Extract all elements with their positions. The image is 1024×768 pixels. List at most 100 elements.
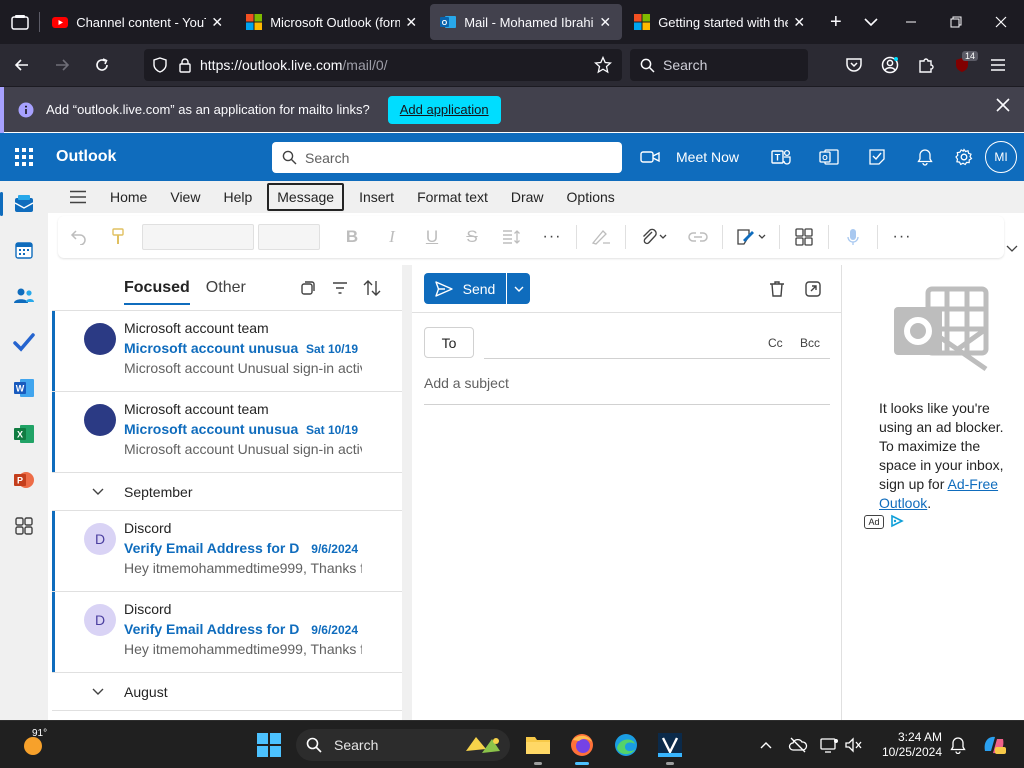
group-header-august[interactable]: August xyxy=(52,673,402,711)
ribbon-tab-message[interactable]: Message xyxy=(267,183,345,211)
tray-volume-muted[interactable] xyxy=(842,733,866,757)
to-input[interactable] xyxy=(484,358,830,359)
italic-button[interactable]: I xyxy=(372,221,412,253)
show-hidden-icons-button[interactable] xyxy=(754,733,778,757)
close-window-button[interactable] xyxy=(979,0,1024,44)
font-size-select[interactable] xyxy=(258,224,320,250)
toggle-nav-pane-button[interactable] xyxy=(54,181,102,213)
pivot-other[interactable]: Other xyxy=(206,279,246,297)
send-options-button[interactable] xyxy=(507,273,530,304)
pivot-focused[interactable]: Focused xyxy=(124,279,190,305)
rail-word[interactable]: W xyxy=(0,365,48,411)
font-family-select[interactable] xyxy=(142,224,254,250)
tab-microsoft-store[interactable]: Getting started with the Microsoft Store… xyxy=(624,4,816,40)
rail-mail[interactable] xyxy=(0,181,48,227)
discard-button[interactable] xyxy=(765,277,789,301)
outlook-search-input[interactable]: Search xyxy=(272,142,622,173)
strikethrough-button[interactable]: S xyxy=(452,221,492,253)
account-avatar[interactable]: MI xyxy=(985,141,1018,173)
office-apps-button[interactable]: O xyxy=(805,133,853,181)
close-tab-icon[interactable]: ✕ xyxy=(792,14,806,31)
forward-button[interactable] xyxy=(44,47,80,83)
ribbon-tab-view[interactable]: View xyxy=(162,183,208,211)
ribbon-tab-options[interactable]: Options xyxy=(559,183,623,211)
taskbar-search-input[interactable]: Search xyxy=(296,729,510,761)
tab-outlook-formerly[interactable]: Microsoft Outlook (formerly Hotmail) ✕ xyxy=(236,4,428,40)
format-painter-button[interactable] xyxy=(98,221,138,253)
list-all-tabs-button[interactable] xyxy=(853,4,888,40)
select-button[interactable] xyxy=(292,277,324,299)
apps-button[interactable] xyxy=(784,221,824,253)
extensions-button[interactable] xyxy=(908,47,944,83)
pocket-button[interactable] xyxy=(836,47,872,83)
tray-notifications[interactable] xyxy=(946,733,970,757)
sort-button[interactable] xyxy=(356,277,388,299)
outlook-brand[interactable]: Outlook xyxy=(56,148,116,166)
ublock-extension-button[interactable]: 14 xyxy=(944,47,980,83)
close-notification-button[interactable] xyxy=(996,98,1010,117)
back-button[interactable] xyxy=(4,47,40,83)
taskbar-vs-app[interactable] xyxy=(654,729,686,765)
lock-icon[interactable] xyxy=(178,57,192,73)
ribbon-tab-help[interactable]: Help xyxy=(215,183,260,211)
rail-more-apps[interactable] xyxy=(0,503,48,549)
reload-button[interactable] xyxy=(84,47,120,83)
subject-input[interactable]: Add a subject xyxy=(424,375,830,405)
ribbon-tab-home[interactable]: Home xyxy=(102,183,155,211)
meet-now-button[interactable]: Meet Now xyxy=(640,149,739,165)
add-application-button[interactable]: Add application xyxy=(387,95,501,124)
cc-button[interactable]: Cc xyxy=(768,336,783,350)
app-launcher-button[interactable] xyxy=(0,133,48,181)
firefox-view-button[interactable] xyxy=(0,0,39,44)
rail-powerpoint[interactable]: P xyxy=(0,457,48,503)
notifications-button[interactable] xyxy=(901,133,949,181)
group-header-september[interactable]: September xyxy=(52,473,402,511)
bcc-button[interactable]: Bcc xyxy=(800,336,820,350)
teams-button[interactable]: T xyxy=(757,133,805,181)
restore-button[interactable] xyxy=(934,0,979,44)
close-tab-icon[interactable]: ✕ xyxy=(210,14,224,31)
insert-link-button[interactable] xyxy=(678,221,718,253)
line-spacing-button[interactable] xyxy=(492,221,532,253)
to-button[interactable]: To xyxy=(424,327,474,358)
windows-start-icon[interactable] xyxy=(257,733,281,757)
rail-calendar[interactable] xyxy=(0,227,48,273)
new-tab-button[interactable]: + xyxy=(818,4,853,40)
ad-choices-icon[interactable] xyxy=(890,514,904,528)
app-menu-button[interactable] xyxy=(980,47,1016,83)
list-item[interactable]: D Discord Verify Email Address for Disco… xyxy=(52,592,402,673)
send-button[interactable]: Send xyxy=(424,273,506,304)
more-format-button[interactable]: ··· xyxy=(532,221,572,253)
list-item[interactable]: Microsoft account team Microsoft account… xyxy=(52,392,402,473)
styles-button[interactable] xyxy=(581,221,621,253)
underline-button[interactable]: U xyxy=(412,221,452,253)
rail-excel[interactable]: X xyxy=(0,411,48,457)
undo-button[interactable] xyxy=(58,221,98,253)
tab-youtube[interactable]: Channel content - YouTube ✕ xyxy=(42,4,234,40)
tray-network[interactable] xyxy=(818,733,842,757)
tray-copilot[interactable] xyxy=(980,733,1008,757)
settings-button[interactable] xyxy=(949,133,979,181)
tray-cloud-offline[interactable] xyxy=(786,733,810,757)
pop-out-button[interactable] xyxy=(801,277,825,301)
ribbon-tab-format-text[interactable]: Format text xyxy=(409,183,496,211)
star-icon[interactable] xyxy=(594,56,612,74)
rail-todo[interactable] xyxy=(0,319,48,365)
attach-file-button[interactable] xyxy=(630,221,678,253)
taskbar-file-explorer[interactable] xyxy=(522,729,554,765)
list-item[interactable]: Microsoft account team Microsoft account… xyxy=(52,311,402,392)
account-button[interactable] xyxy=(872,47,908,83)
rail-people[interactable] xyxy=(0,273,48,319)
signature-button[interactable] xyxy=(727,221,775,253)
close-tab-icon[interactable]: ✕ xyxy=(404,14,418,31)
ribbon-tab-insert[interactable]: Insert xyxy=(351,183,402,211)
expand-ribbon-button[interactable] xyxy=(1006,240,1018,258)
filter-button[interactable] xyxy=(324,277,356,299)
minimize-button[interactable] xyxy=(889,0,934,44)
url-bar[interactable]: https://outlook.live.com/mail/0/ xyxy=(144,49,622,81)
ribbon-tab-draw[interactable]: Draw xyxy=(503,183,552,211)
more-commands-button[interactable]: ··· xyxy=(882,221,922,253)
taskbar-clock[interactable]: 3:24 AM 10/25/2024 xyxy=(878,730,942,760)
browser-search-input[interactable]: Search xyxy=(630,49,808,81)
dictate-button[interactable] xyxy=(833,221,873,253)
